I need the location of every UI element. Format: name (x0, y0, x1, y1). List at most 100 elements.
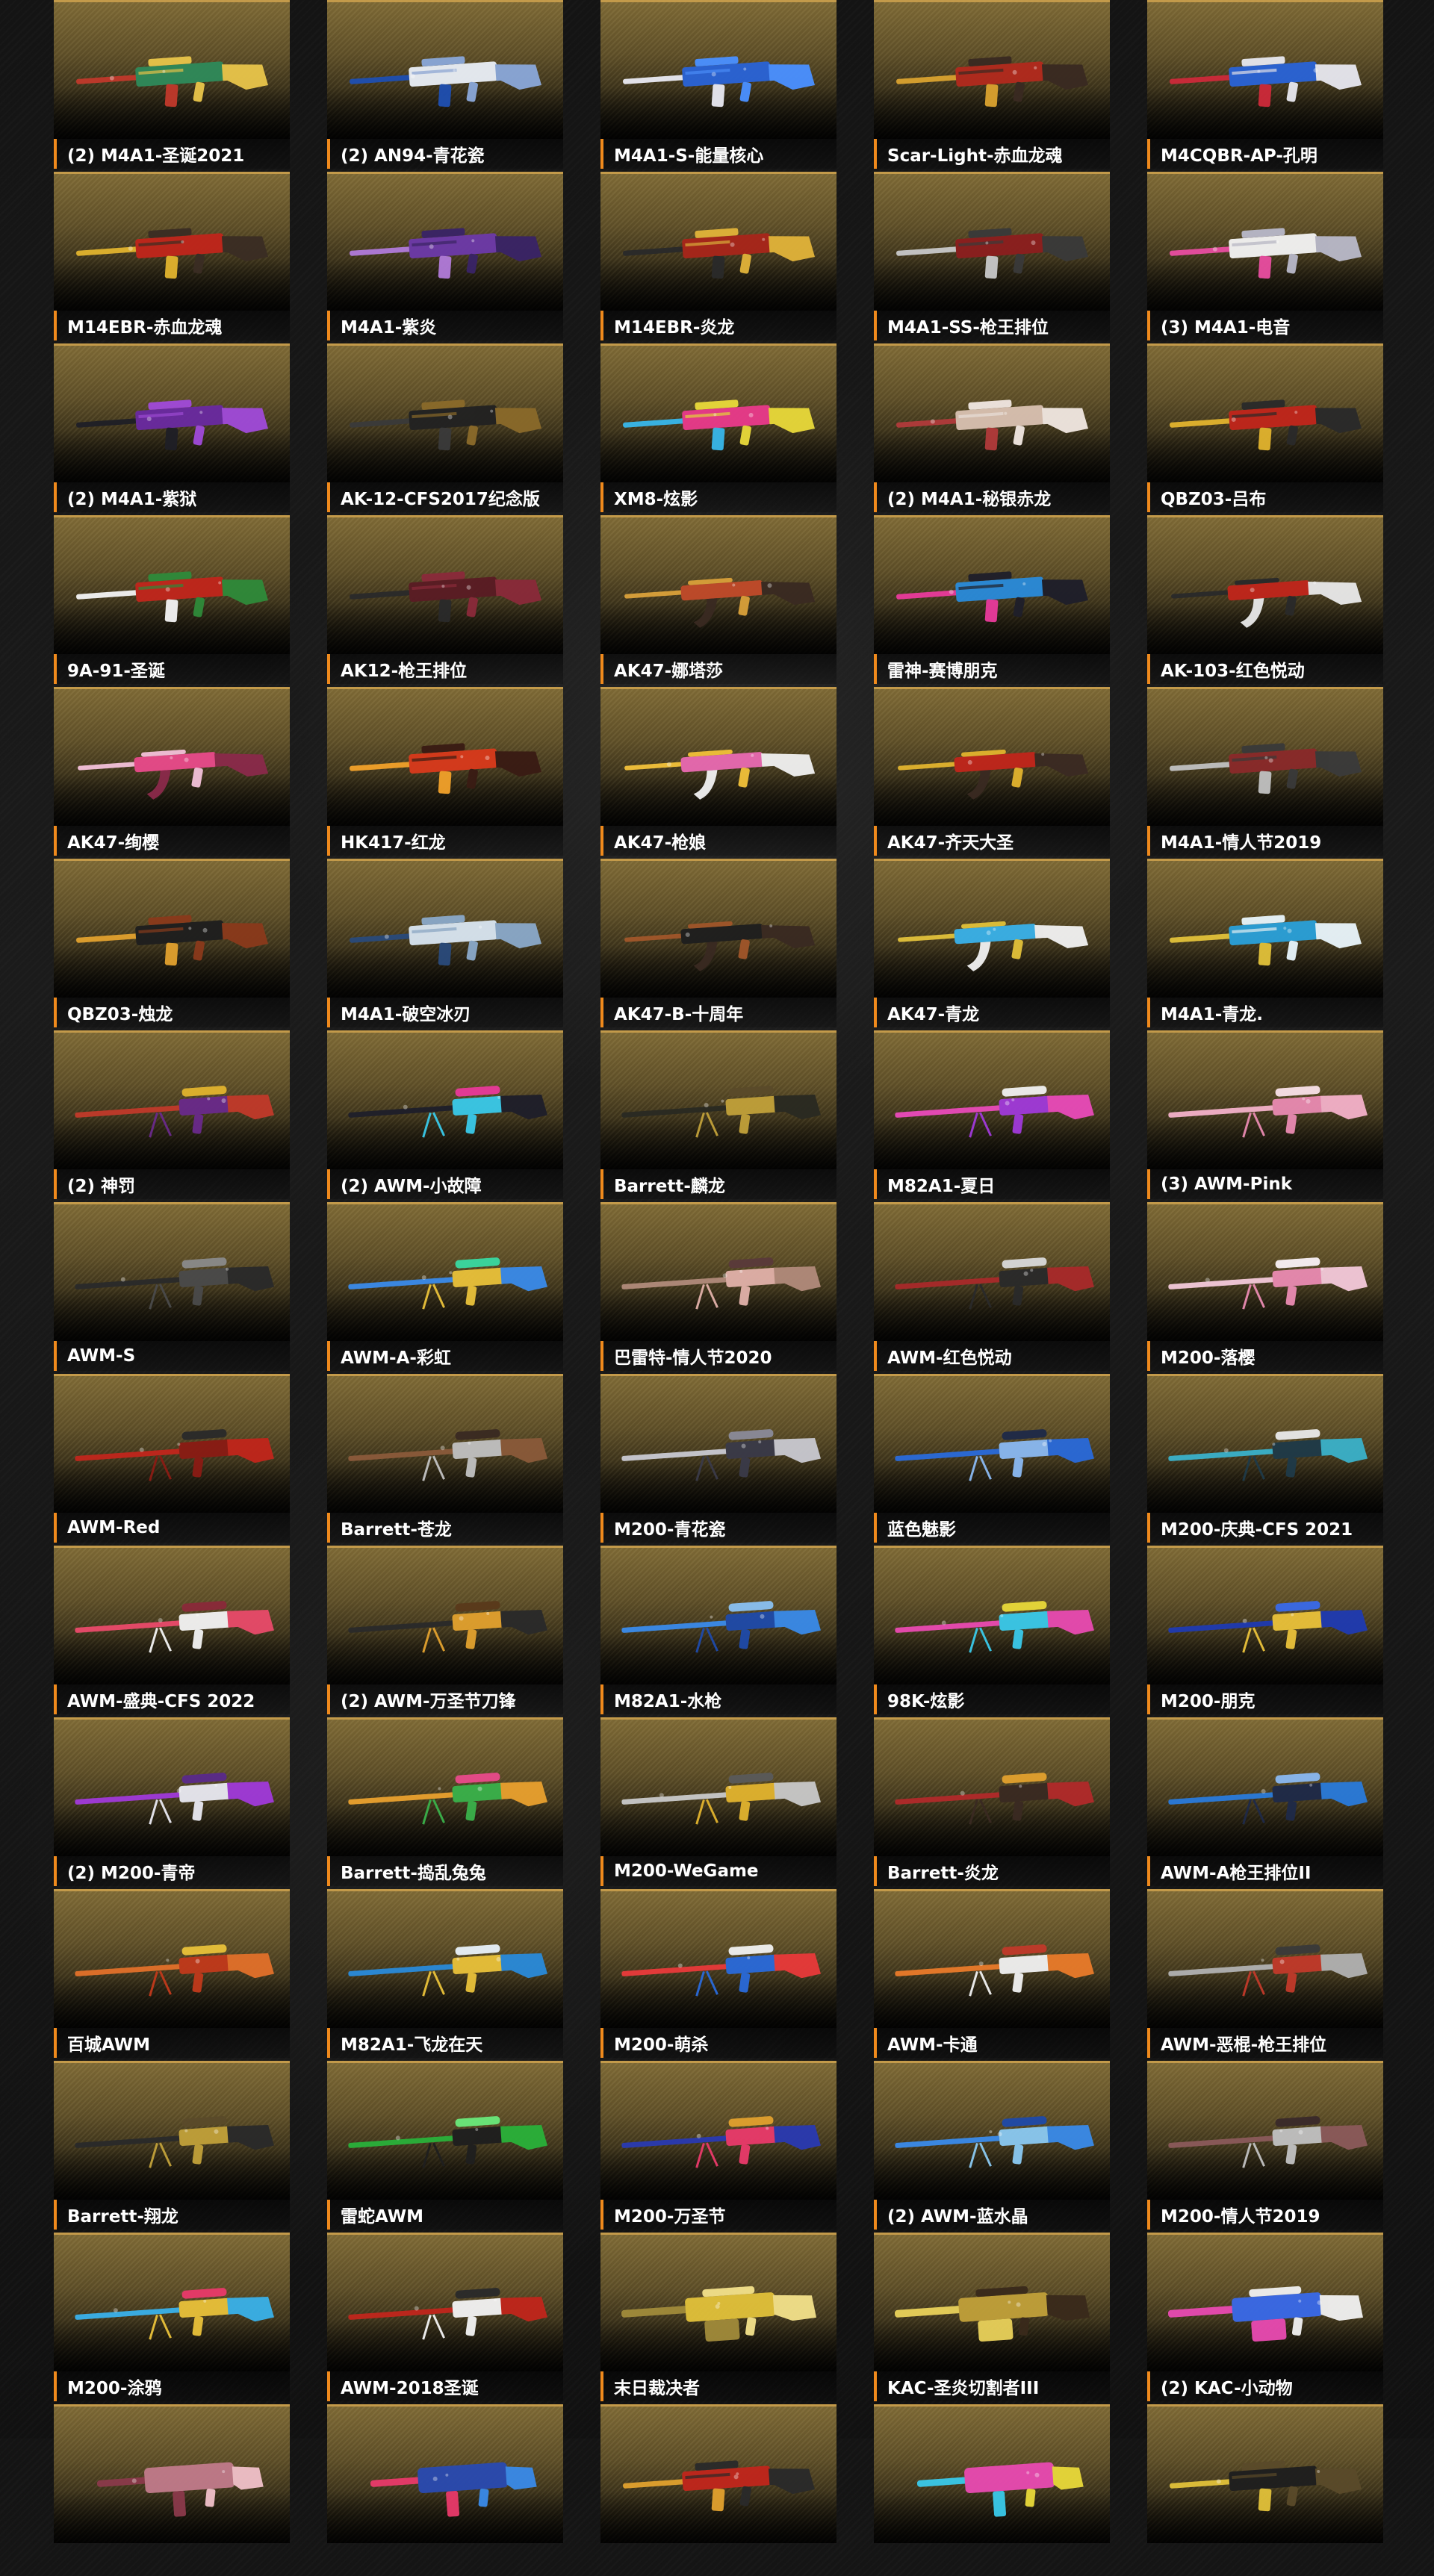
weapon-skin-card[interactable]: 98K-炫影 (874, 1546, 1110, 1717)
weapon-skin-card[interactable]: AWM-盛典-CFS 2022 (54, 1546, 290, 1717)
weapon-skin-card[interactable]: M4CQBR-AP-孔明 (1147, 0, 1383, 172)
weapon-skin-card[interactable] (54, 2404, 290, 2576)
weapon-skin-card[interactable]: AK47-齐天大圣 (874, 687, 1110, 859)
weapon-skin-card[interactable]: M200-落樱 (1147, 1202, 1383, 1374)
weapon-skin-name: 蓝色魅影 (874, 1513, 1110, 1543)
weapon-skin-card[interactable]: Barrett-捣乱兔兔 (327, 1717, 563, 1889)
weapon-skin-card[interactable]: M200-青花瓷 (600, 1374, 836, 1546)
weapon-skin-card[interactable]: AK12-枪王排位 (327, 515, 563, 687)
weapon-skin-card[interactable]: (3) M4A1-电音 (1147, 172, 1383, 343)
weapon-skin-name: Barrett-麟龙 (600, 1169, 836, 1199)
weapon-skin-name: AK47-B-十周年 (600, 998, 836, 1027)
weapon-skin-name: (2) M4A1-圣诞2021 (54, 139, 290, 169)
weapon-skin-card[interactable]: AK47-B-十周年 (600, 859, 836, 1030)
weapon-skin-image (1168, 1086, 1368, 1138)
weapon-skin-name: M4A1-情人节2019 (1147, 826, 1383, 856)
weapon-skin-card[interactable]: AK-12-CFS2017纪念版 (327, 343, 563, 515)
weapon-skin-card[interactable]: (2) 神罚 (54, 1030, 290, 1202)
weapon-skin-card[interactable]: AWM-2018圣诞 (327, 2233, 563, 2404)
weapon-skin-card[interactable]: M4A1-紫炎 (327, 172, 563, 343)
weapon-skin-card[interactable]: HK417-红龙 (327, 687, 563, 859)
weapon-skin-image (348, 1773, 547, 1825)
weapon-skin-card[interactable]: 蓝色魅影 (874, 1374, 1110, 1546)
weapon-skin-card[interactable]: Barrett-麟龙 (600, 1030, 836, 1202)
weapon-skin-card[interactable]: AK47-青龙 (874, 859, 1110, 1030)
weapon-skin-card[interactable] (1147, 2404, 1383, 2576)
weapon-skin-thumbnail (874, 172, 1110, 311)
weapon-skin-thumbnail (600, 687, 836, 826)
weapon-skin-card[interactable]: M4A1-破空冰刃 (327, 859, 563, 1030)
weapon-skin-card[interactable]: AWM-S (54, 1202, 290, 1374)
weapon-skin-card[interactable]: AK47-娜塔莎 (600, 515, 836, 687)
weapon-skin-card[interactable]: M200-WeGame (600, 1717, 836, 1889)
weapon-skin-card[interactable]: (2) M200-青帝 (54, 1717, 290, 1889)
weapon-skin-card[interactable]: QBZ03-吕布 (1147, 343, 1383, 515)
weapon-skin-card[interactable]: AWM-红色悦动 (874, 1202, 1110, 1374)
weapon-skin-card[interactable]: 雷蛇AWM (327, 2061, 563, 2233)
weapon-skin-card[interactable]: Barrett-翔龙 (54, 2061, 290, 2233)
weapon-skin-card[interactable]: Barrett-炎龙 (874, 1717, 1110, 1889)
weapon-skin-card[interactable]: XM8-炫影 (600, 343, 836, 515)
weapon-skin-card[interactable]: Scar-Light-赤血龙魂 (874, 0, 1110, 172)
weapon-skin-card[interactable]: AWM-Red (54, 1374, 290, 1546)
weapon-skin-card[interactable]: (2) AWM-蓝水晶 (874, 2061, 1110, 2233)
weapon-skin-card[interactable]: (3) AWM-Pink (1147, 1030, 1383, 1202)
weapon-skin-image (895, 1601, 1094, 1653)
weapon-skin-name: 巴雷特-情人节2020 (600, 1341, 836, 1371)
weapon-skin-card[interactable]: M14EBR-炎龙 (600, 172, 836, 343)
weapon-skin-card[interactable]: M200-萌杀 (600, 1889, 836, 2061)
weapon-skin-card[interactable]: 百城AWM (54, 1889, 290, 2061)
weapon-skin-card[interactable]: AK47-枪娘 (600, 687, 836, 859)
weapon-skin-card[interactable]: (2) AWM-小故障 (327, 1030, 563, 1202)
weapon-skin-card[interactable]: 末日裁决者 (600, 2233, 836, 2404)
weapon-skin-image (348, 1086, 547, 1138)
weapon-skin-card[interactable]: M4A1-青龙. (1147, 859, 1383, 1030)
weapon-skin-card[interactable]: M4A1-情人节2019 (1147, 687, 1383, 859)
weapon-skin-thumbnail (327, 2404, 563, 2543)
weapon-skin-card[interactable] (874, 2404, 1110, 2576)
weapon-skin-card[interactable]: AWM-A枪王排位II (1147, 1717, 1383, 1889)
weapon-skin-image (916, 2462, 1084, 2517)
weapon-skin-card[interactable]: M200-庆典-CFS 2021 (1147, 1374, 1383, 1546)
weapon-skin-card[interactable]: AWM-A-彩虹 (327, 1202, 563, 1374)
weapon-skin-card[interactable]: M200-万圣节 (600, 2061, 836, 2233)
weapon-skin-card[interactable]: Barrett-苍龙 (327, 1374, 563, 1546)
weapon-skin-card[interactable]: M4A1-S-能量核心 (600, 0, 836, 172)
weapon-skin-thumbnail (1147, 1717, 1383, 1856)
weapon-skin-card[interactable]: (2) M4A1-圣诞2021 (54, 0, 290, 172)
weapon-skin-card[interactable]: (2) AWM-万圣节刀锋 (327, 1546, 563, 1717)
weapon-skin-thumbnail (54, 515, 290, 654)
weapon-skin-card[interactable]: AWM-卡通 (874, 1889, 1110, 2061)
weapon-skin-card[interactable]: AWM-恶棍-枪王排位 (1147, 1889, 1383, 2061)
weapon-skin-name: AWM-盛典-CFS 2022 (54, 1684, 290, 1714)
weapon-skin-card[interactable]: AK47-绚樱 (54, 687, 290, 859)
weapon-skin-thumbnail (874, 2404, 1110, 2543)
weapon-skin-card[interactable]: AK-103-红色悦动 (1147, 515, 1383, 687)
weapon-skin-card[interactable]: (2) AN94-青花瓷 (327, 0, 563, 172)
weapon-skin-image (1170, 2460, 1362, 2512)
weapon-skin-card[interactable]: KAC-圣炎切割者III (874, 2233, 1110, 2404)
weapon-skin-card[interactable]: 9A-91-圣诞 (54, 515, 290, 687)
weapon-skin-name: M14EBR-炎龙 (600, 311, 836, 340)
weapon-skin-card[interactable]: M200-涂鸦 (54, 2233, 290, 2404)
weapon-skin-card[interactable]: M82A1-夏日 (874, 1030, 1110, 1202)
weapon-skin-name: M200-万圣节 (600, 2200, 836, 2230)
weapon-skin-name: M82A1-飞龙在天 (327, 2028, 563, 2058)
weapon-skin-card[interactable]: (2) M4A1-秘银赤龙 (874, 343, 1110, 515)
weapon-skin-card[interactable]: M200-情人节2019 (1147, 2061, 1383, 2233)
weapon-skin-card[interactable]: (2) KAC-小动物 (1147, 2233, 1383, 2404)
weapon-skin-card[interactable]: M4A1-SS-枪王排位 (874, 172, 1110, 343)
weapon-skin-card[interactable]: 雷神-赛博朋克 (874, 515, 1110, 687)
weapon-skin-card[interactable]: 巴雷特-情人节2020 (600, 1202, 836, 1374)
weapon-skin-card[interactable]: M82A1-水枪 (600, 1546, 836, 1717)
weapon-skin-image (895, 1429, 1094, 1481)
weapon-skin-card[interactable]: QBZ03-烛龙 (54, 859, 290, 1030)
weapon-skin-card[interactable] (600, 2404, 836, 2576)
weapon-skin-card[interactable]: M82A1-飞龙在天 (327, 1889, 563, 2061)
weapon-skin-card[interactable]: (2) M4A1-紫狱 (54, 343, 290, 515)
weapon-skin-card[interactable]: M200-朋克 (1147, 1546, 1383, 1717)
weapon-skin-card[interactable] (327, 2404, 563, 2576)
weapon-skin-card[interactable]: M14EBR-赤血龙魂 (54, 172, 290, 343)
weapon-skin-image (898, 749, 1089, 800)
weapon-skin-name: AK47-齐天大圣 (874, 826, 1110, 856)
